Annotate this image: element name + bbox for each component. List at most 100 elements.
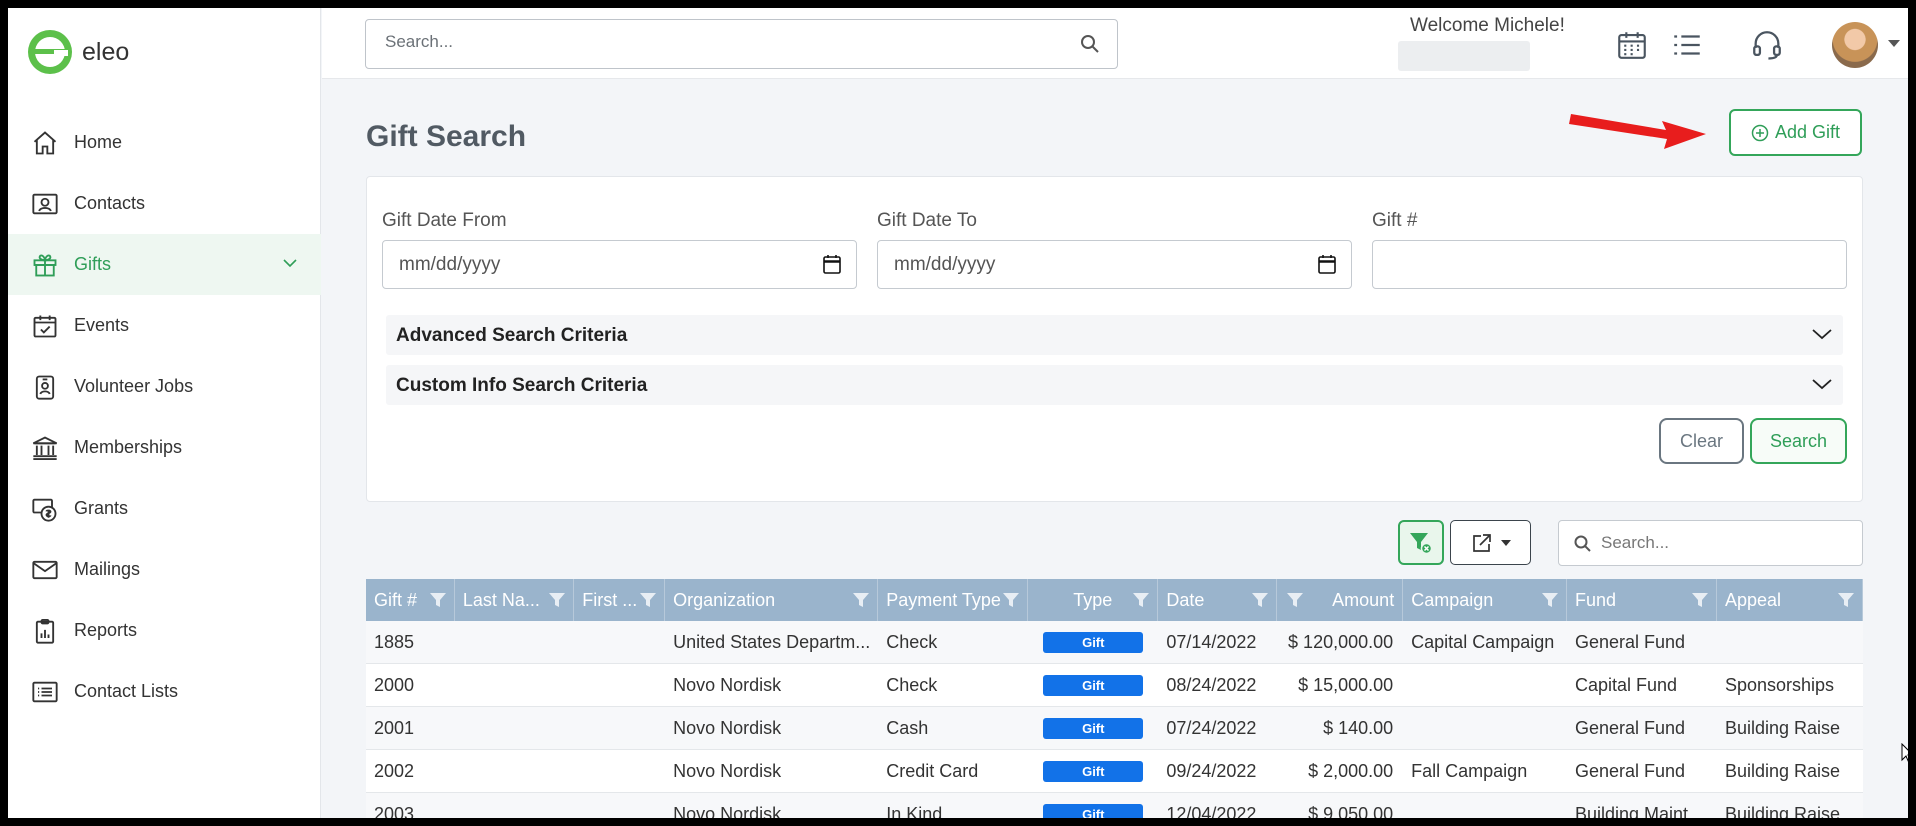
- column-header[interactable]: Fund: [1567, 579, 1717, 621]
- sidebar-item-label: Events: [74, 315, 130, 335]
- calendar-icon[interactable]: [1612, 25, 1652, 65]
- calendar-icon[interactable]: [822, 253, 842, 275]
- user-avatar[interactable]: [1832, 22, 1878, 68]
- filter-icon[interactable]: [1690, 590, 1710, 610]
- gift-date-to-field[interactable]: mm/dd/yyyy: [877, 240, 1352, 289]
- search-icon: [1574, 535, 1591, 552]
- global-search: [365, 19, 1118, 69]
- table-row[interactable]: 1885 United States Departm... Check Gift 07/…: [366, 621, 1863, 664]
- app-window: eleo Home Contacts Gifts Events Voluntee…: [8, 8, 1908, 818]
- sidebar-item-label: Contact Lists: [74, 681, 179, 701]
- home-icon: [30, 128, 60, 158]
- headset-icon[interactable]: [1747, 25, 1787, 65]
- search-icon[interactable]: [1079, 33, 1101, 55]
- filter-icon[interactable]: [428, 590, 448, 610]
- task-list-icon[interactable]: [1667, 25, 1707, 65]
- table-cell: Novo Nordisk: [673, 718, 782, 738]
- table-cell: 1885: [374, 632, 415, 652]
- custom-info-accordion[interactable]: Custom Info Search Criteria: [386, 365, 1843, 405]
- search-button[interactable]: Search: [1750, 418, 1847, 464]
- advanced-search-accordion[interactable]: Advanced Search Criteria: [386, 315, 1843, 355]
- column-header[interactable]: First ...: [574, 579, 666, 621]
- table-cell: 09/24/2022: [1166, 761, 1257, 781]
- table-cell: Building Raise: [1724, 761, 1841, 781]
- gift-date-to-label: Gift Date To: [877, 210, 977, 231]
- column-header[interactable]: Type: [1028, 579, 1159, 621]
- sidebar-item-memberships[interactable]: Memberships: [8, 417, 321, 478]
- calendar-icon[interactable]: [1317, 253, 1337, 275]
- column-header[interactable]: Organization: [665, 579, 879, 621]
- gift-number-label: Gift #: [1372, 210, 1418, 231]
- table-row[interactable]: 2001 Novo Nordisk Cash Gift 07/24/2022 $ 140.…: [366, 707, 1863, 750]
- filter-icon[interactable]: [851, 590, 871, 610]
- table-cell: [574, 664, 665, 707]
- table-cell: 2003: [374, 804, 415, 818]
- sidebar-item-grants[interactable]: Grants: [8, 478, 321, 539]
- table-row[interactable]: 2000 Novo Nordisk Check Gift 08/24/2022 $ 15,…: [366, 664, 1863, 707]
- filter-icon[interactable]: [547, 590, 567, 610]
- filter-icon[interactable]: [1285, 590, 1305, 610]
- gifts-table: Gift # Last Na... First ... Organization Pay…: [366, 579, 1864, 818]
- type-cell: Gift: [1028, 664, 1158, 707]
- table-row[interactable]: 2002 Novo Nordisk Credit Card Gift 09/24/202…: [366, 750, 1863, 793]
- type-badge: Gift: [1043, 632, 1144, 653]
- sidebar-item-label: Memberships: [74, 437, 183, 457]
- column-header[interactable]: Amount: [1277, 579, 1404, 621]
- sidebar-item-contacts[interactable]: Contacts: [8, 173, 321, 234]
- sidebar-item-gifts[interactable]: Gifts: [8, 234, 321, 295]
- gift-icon: [30, 250, 60, 280]
- sidebar-item-events[interactable]: Events: [8, 295, 321, 356]
- table-row[interactable]: 2003 Novo Nordisk In Kind Gift 12/04/2022 $ 9…: [366, 793, 1863, 818]
- money-icon: [30, 494, 60, 524]
- table-cell: Capital Campaign: [1411, 632, 1555, 652]
- sidebar-item-label: Volunteer Jobs: [74, 376, 194, 396]
- sidebar-item-mailings[interactable]: Mailings: [8, 539, 321, 600]
- table-cell: General Fund: [1574, 761, 1686, 781]
- column-header-label: Type: [1073, 589, 1113, 610]
- building-icon: [30, 433, 60, 463]
- filter-icon[interactable]: [638, 590, 658, 610]
- global-search-input[interactable]: [385, 32, 1035, 52]
- add-gift-button[interactable]: Add Gift: [1729, 109, 1862, 156]
- table-cell: Building Raise: [1724, 718, 1841, 738]
- column-header[interactable]: Payment Type: [878, 579, 1029, 621]
- gift-number-field[interactable]: [1372, 240, 1847, 289]
- table-cell: [1403, 664, 1567, 707]
- sidebar-item-label: Home: [74, 132, 123, 152]
- column-header[interactable]: Appeal: [1717, 579, 1864, 621]
- column-header[interactable]: Last Na...: [455, 579, 575, 621]
- filter-icon[interactable]: [1250, 590, 1270, 610]
- filter-icon[interactable]: [1540, 590, 1560, 610]
- table-header: Gift # Last Na... First ... Organization Pay…: [366, 579, 1864, 621]
- filter-icon[interactable]: [1001, 590, 1021, 610]
- column-header[interactable]: Gift #: [366, 579, 455, 621]
- logo[interactable]: eleo: [28, 30, 129, 74]
- top-bar: Welcome Michele!: [322, 8, 1908, 79]
- column-header-label: Amount: [1332, 589, 1395, 610]
- column-header-label: Payment Type: [886, 589, 1001, 610]
- table-cell: In Kind: [886, 804, 943, 818]
- filter-icon[interactable]: [1836, 590, 1856, 610]
- grid-search-input[interactable]: [1601, 533, 1851, 553]
- caret-down-icon[interactable]: [1888, 40, 1900, 47]
- table-cell: Building Raise: [1724, 804, 1841, 818]
- clear-button[interactable]: Clear: [1659, 418, 1744, 464]
- table-cell: [1717, 621, 1863, 664]
- sidebar-item-volunteer-jobs[interactable]: Volunteer Jobs: [8, 356, 321, 417]
- sidebar-item-reports[interactable]: Reports: [8, 600, 321, 661]
- sidebar-item-home[interactable]: Home: [8, 112, 321, 173]
- filter-icon[interactable]: [1131, 590, 1151, 610]
- table-cell: Sponsorships: [1724, 675, 1835, 695]
- table-cell: Novo Nordisk: [673, 761, 782, 781]
- table-cell: [574, 621, 665, 664]
- chevron-down-icon[interactable]: [281, 254, 299, 272]
- column-header-label: Gift #: [374, 589, 418, 610]
- column-header[interactable]: Campaign: [1403, 579, 1567, 621]
- welcome-text: Welcome Michele!: [1410, 15, 1565, 36]
- column-header[interactable]: Date: [1158, 579, 1277, 621]
- table-cell: $ 140.00: [1323, 718, 1394, 738]
- gift-date-from-field[interactable]: mm/dd/yyyy: [382, 240, 857, 289]
- clear-filters-button[interactable]: [1398, 520, 1444, 565]
- export-dropdown-button[interactable]: [1450, 520, 1531, 565]
- sidebar-item-contact-lists[interactable]: Contact Lists: [8, 661, 321, 722]
